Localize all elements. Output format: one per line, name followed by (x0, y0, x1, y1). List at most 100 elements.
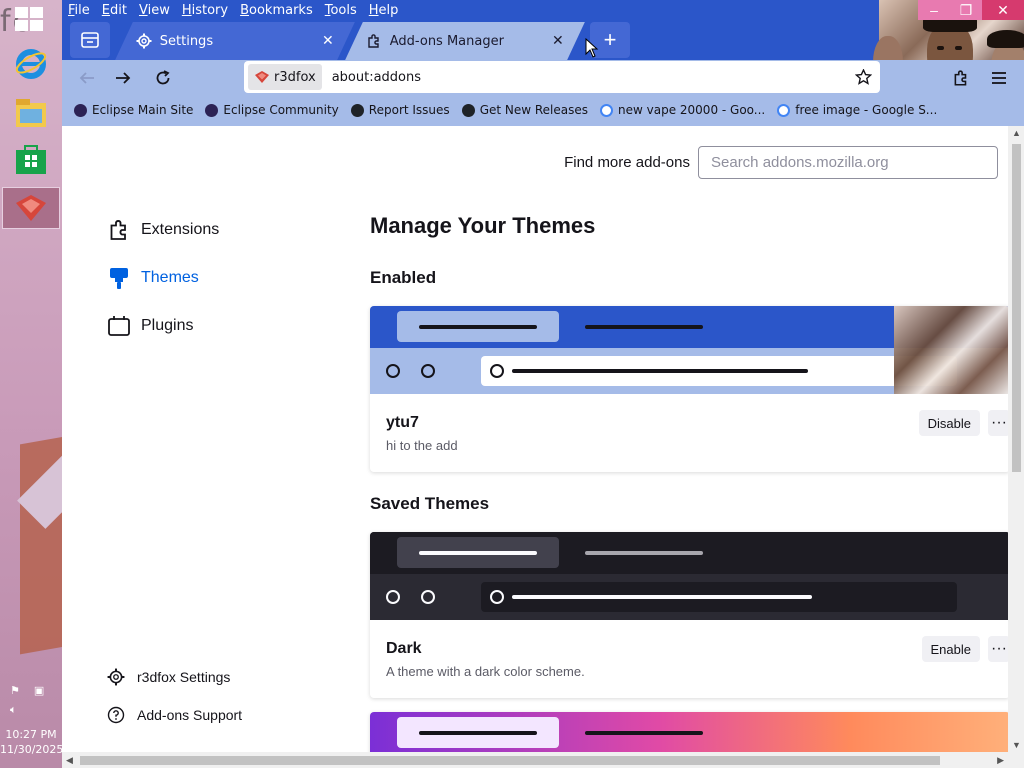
firefox-view-button[interactable] (70, 22, 110, 58)
theme-card-enabled[interactable]: ytu7 hi to the add Disable ··· (370, 306, 1008, 472)
reload-button[interactable] (148, 63, 178, 93)
menu-file[interactable]: File (68, 3, 90, 18)
hamburger-menu-icon (992, 72, 1006, 84)
disable-button[interactable]: Disable (918, 410, 980, 436)
page-title: Manage Your Themes (370, 213, 596, 238)
addons-page: Find more add-ons Extensions Themes Plug… (62, 126, 1008, 752)
brush-icon (110, 268, 128, 289)
find-more-row: Find more add-ons (564, 146, 998, 179)
desktop-strip: fc ⚑ ▣ 🔈︎ 10:27 PM 11/30/2025 (0, 0, 62, 768)
clock-time[interactable]: 10:27 PM (0, 728, 62, 741)
forward-button[interactable] (108, 63, 138, 93)
bookmark-label: new vape 20000 - Goo... (618, 103, 766, 117)
reload-icon (156, 70, 170, 85)
more-options-button[interactable]: ··· (988, 410, 1008, 436)
theme-name: ytu7 (386, 414, 419, 431)
store-icon[interactable] (12, 140, 50, 178)
menu-history[interactable]: History (182, 3, 228, 18)
sidebar-item-extensions[interactable]: Extensions (107, 206, 347, 254)
find-more-label: Find more add-ons (564, 154, 690, 171)
bookmark-label: Eclipse Community (223, 103, 339, 117)
bookmark-item[interactable]: free image - Google S... (777, 103, 937, 117)
menu-tools[interactable]: Tools (325, 3, 357, 18)
bookmark-item[interactable]: Eclipse Community (205, 103, 339, 117)
back-button[interactable] (72, 63, 102, 93)
close-window-button[interactable]: ✕ (982, 0, 1024, 20)
minimize-button[interactable]: – (918, 0, 950, 20)
puzzle-icon (368, 34, 379, 48)
saved-themes-heading: Saved Themes (370, 494, 490, 513)
enable-button[interactable]: Enable (921, 636, 980, 662)
addons-support-link[interactable]: Add-ons Support (107, 696, 242, 734)
tab-close-icon[interactable]: ✕ (552, 33, 564, 49)
clock-date[interactable]: 11/30/2025 (0, 743, 62, 756)
speaker-muted-icon[interactable]: 🔈︎ (10, 703, 17, 717)
theme-card-dark[interactable]: Dark A theme with a dark color scheme. E… (370, 532, 1008, 698)
gear-icon (136, 33, 152, 49)
menu-help[interactable]: Help (369, 3, 399, 18)
scroll-down-icon[interactable]: ▼ (1012, 740, 1021, 750)
restore-icon: ❐ (959, 1, 973, 18)
sidebar-item-label: Plugins (141, 317, 194, 334)
system-tray: ⚑ ▣ 🔈︎ 10:27 PM 11/30/2025 (0, 676, 62, 768)
scrollbar-thumb[interactable] (80, 756, 940, 765)
scroll-up-icon[interactable]: ▲ (1012, 128, 1021, 138)
vertical-scrollbar[interactable]: ▲ ▼ (1008, 126, 1024, 752)
footer-link-label: r3dfox Settings (137, 669, 231, 685)
sidebar-item-label: Themes (141, 269, 199, 286)
scrollbar-thumb[interactable] (1012, 144, 1021, 472)
addons-search-input[interactable] (698, 146, 998, 179)
windows-start-icon[interactable] (14, 6, 44, 32)
help-icon (107, 706, 125, 724)
scroll-right-icon[interactable]: ▶ (997, 755, 1004, 766)
tab-addons-manager[interactable]: Add-ons Manager ✕ (345, 22, 585, 60)
tab-close-icon[interactable]: ✕ (322, 33, 334, 49)
bookmark-star-icon[interactable] (855, 69, 872, 85)
theme-preview (370, 712, 1008, 752)
identity-label: r3dfox (274, 69, 316, 85)
github-icon (461, 103, 475, 117)
browser-window: File Edit View History Bookmarks Tools H… (62, 0, 1024, 768)
sidebar-item-label: Extensions (141, 221, 220, 238)
menu-edit[interactable]: Edit (102, 3, 127, 18)
bookmark-item[interactable]: Report Issues (350, 103, 450, 117)
r3dfox-taskbar-icon[interactable] (2, 187, 60, 229)
sidebar-item-themes[interactable]: Themes (107, 254, 347, 302)
menu-bookmarks[interactable]: Bookmarks (240, 3, 313, 18)
bookmark-label: Report Issues (368, 103, 450, 117)
bookmark-item[interactable]: Get New Releases (461, 103, 589, 117)
theme-description: A theme with a dark color scheme. (386, 664, 585, 679)
google-icon (777, 103, 791, 117)
bookmark-item[interactable]: Eclipse Main Site (74, 103, 193, 117)
more-options-button[interactable]: ··· (988, 636, 1008, 662)
close-icon: ✕ (997, 1, 1009, 18)
plus-icon: + (603, 27, 617, 52)
bookmarks-toolbar: Eclipse Main Site Eclipse Community Repo… (62, 94, 1024, 126)
footer-link-label: Add-ons Support (137, 707, 243, 723)
app-menu-button[interactable] (984, 63, 1014, 93)
bookmark-item[interactable]: new vape 20000 - Goo... (600, 103, 765, 117)
horizontal-scrollbar[interactable]: ◀ ▶ (62, 752, 1024, 768)
file-explorer-icon[interactable] (12, 94, 50, 132)
eclipse-icon (205, 103, 219, 117)
flag-icon[interactable]: ⚑ (10, 684, 20, 697)
internet-explorer-icon[interactable] (12, 44, 50, 82)
identity-box[interactable]: r3dfox (248, 64, 322, 90)
restore-button[interactable]: ❐ (950, 0, 982, 20)
forward-arrow-icon (116, 72, 131, 84)
google-icon (600, 103, 614, 117)
network-icon[interactable]: ▣ (34, 684, 44, 697)
extensions-button[interactable] (946, 63, 976, 93)
sidebar-item-plugins[interactable]: Plugins (107, 302, 347, 350)
url-text[interactable]: about:addons (332, 70, 421, 85)
theme-name: Dark (386, 640, 422, 657)
tab-settings[interactable]: Settings ✕ (115, 22, 355, 60)
theme-card-alpenglow[interactable] (370, 712, 1008, 752)
r3dfox-settings-link[interactable]: r3dfox Settings (107, 658, 242, 696)
scroll-left-icon[interactable]: ◀ (66, 755, 73, 766)
theme-preview-image (894, 306, 1008, 394)
menu-view[interactable]: View (139, 3, 170, 18)
tab-label: Add-ons Manager (390, 33, 505, 49)
url-bar[interactable]: r3dfox about:addons (244, 61, 880, 93)
bookmark-label: Get New Releases (479, 103, 589, 117)
